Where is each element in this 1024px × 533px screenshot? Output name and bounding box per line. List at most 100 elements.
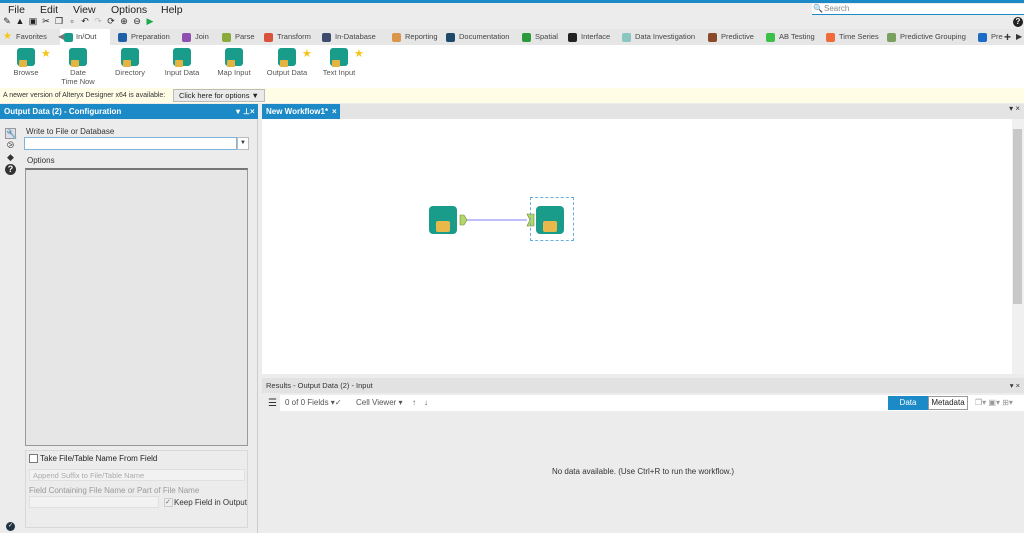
- tool-palette: Browse ★ Date Time Now Directory Input Data M…: [0, 45, 1024, 88]
- copy-icon[interactable]: ❐: [54, 16, 64, 28]
- lock-icon: [436, 221, 450, 232]
- list-view-icon[interactable]: ☰: [268, 398, 277, 409]
- tab-join[interactable]: Join: [182, 29, 209, 45]
- tab-icon: [622, 33, 631, 42]
- vertical-scrollbar[interactable]: [1012, 119, 1024, 374]
- workflow-canvas[interactable]: [262, 119, 1012, 374]
- write-to-file-input[interactable]: [24, 137, 237, 150]
- zoom-in-icon[interactable]: ⊕: [119, 16, 129, 28]
- tab-icon: [64, 33, 73, 42]
- tab-predictive-grouping[interactable]: Predictive Grouping: [887, 29, 966, 45]
- tool-input-data[interactable]: Input Data: [157, 48, 207, 77]
- tab-predictive[interactable]: Predictive: [708, 29, 754, 45]
- tab-icon: [182, 33, 191, 42]
- tool-directory[interactable]: Directory: [105, 48, 155, 77]
- no-data-message: No data available. (Use Ctrl+R to run th…: [551, 467, 735, 476]
- help-icon[interactable]: ?: [1013, 17, 1023, 27]
- save-icon[interactable]: ▣: [28, 16, 38, 28]
- tab-interface[interactable]: Interface: [568, 29, 610, 45]
- scroll-left-icon[interactable]: ◀: [58, 32, 64, 41]
- menu-file[interactable]: File: [8, 4, 25, 16]
- open-icon[interactable]: ▲: [15, 16, 25, 28]
- tag-icon[interactable]: ◆: [5, 152, 16, 163]
- export-icons[interactable]: ❐▾ ▣▾ ⊞▾: [975, 395, 1013, 411]
- cell-viewer-dropdown[interactable]: Cell Viewer ▾: [356, 395, 403, 411]
- favorite-star-icon[interactable]: ★: [354, 47, 364, 60]
- menu-help[interactable]: Help: [161, 4, 183, 16]
- canvas-tab-strip: ▾ ×: [340, 104, 1024, 119]
- options-label: Options: [27, 156, 55, 165]
- panel-menu-icon[interactable]: ▾: [236, 104, 240, 119]
- tab-parse[interactable]: Parse: [222, 29, 255, 45]
- append-suffix-select[interactable]: Append Suffix to File/Table Name: [29, 469, 245, 481]
- write-dropdown-button[interactable]: ▼: [237, 137, 249, 150]
- keep-field-label: Keep Field in Output: [174, 498, 247, 507]
- tool-icon: [278, 48, 296, 67]
- add-tab-icon[interactable]: +: [1004, 30, 1011, 44]
- cut-icon[interactable]: ✂: [41, 16, 51, 28]
- close-tab-icon[interactable]: ×: [332, 104, 337, 119]
- sort-down-icon[interactable]: ↓: [424, 395, 428, 411]
- tab-new-workflow[interactable]: New Workflow1* ×: [262, 104, 340, 119]
- help-icon[interactable]: ?: [5, 164, 16, 175]
- tab-icon: [826, 33, 835, 42]
- tab-in-out[interactable]: In/Out: [60, 29, 110, 45]
- tab-preparation[interactable]: Preparation: [118, 29, 170, 45]
- search-input[interactable]: 🔍 Search: [812, 4, 1024, 15]
- toolbar: ✎ ▲ ▣ ✂ ❐ ▫ ↶ ↷ ⟳ ⊕ ⊖ ▶: [0, 16, 155, 28]
- close-icon[interactable]: ×: [250, 104, 255, 119]
- tab-in-database[interactable]: In-Database: [322, 29, 376, 45]
- keep-field-checkbox[interactable]: ✓: [164, 498, 173, 507]
- data-view-button[interactable]: Data: [888, 396, 928, 410]
- take-file-name-label: Take File/Table Name From Field: [40, 454, 158, 463]
- tab-data-investigation[interactable]: Data Investigation: [622, 29, 695, 45]
- menu-edit[interactable]: Edit: [40, 4, 58, 16]
- close-icon[interactable]: ▾ ×: [1010, 378, 1020, 393]
- tab-documentation[interactable]: Documentation: [446, 29, 509, 45]
- tool-icon: [330, 48, 348, 67]
- tool-map-input[interactable]: Map Input: [209, 48, 259, 77]
- close-icon[interactable]: ▾ ×: [1009, 104, 1020, 113]
- undo-icon[interactable]: ↶: [80, 16, 90, 28]
- metadata-view-button[interactable]: Metadata: [928, 396, 968, 410]
- zoom-out-icon[interactable]: ⊖: [132, 16, 142, 28]
- tool-icon: [225, 48, 243, 67]
- tool-date-time-now[interactable]: Date Time Now: [53, 48, 103, 86]
- menu-options[interactable]: Options: [111, 4, 147, 16]
- scrollbar-thumb[interactable]: [1013, 129, 1022, 304]
- connection-icon[interactable]: ⧁: [5, 140, 16, 151]
- fields-dropdown[interactable]: 0 of 0 Fields ▾✓: [285, 395, 342, 411]
- tool-icon: [121, 48, 139, 67]
- favorite-star-icon[interactable]: ★: [302, 47, 312, 60]
- redo-icon[interactable]: ↷: [93, 16, 103, 28]
- pin-icon[interactable]: ⊥: [243, 104, 250, 119]
- browse-tool-node[interactable]: [429, 206, 457, 234]
- tab-reporting[interactable]: Reporting: [392, 29, 438, 45]
- tab-pre[interactable]: Pre: [978, 29, 1003, 45]
- paste-icon[interactable]: ▫: [67, 16, 77, 28]
- tab-icon: ★: [3, 31, 12, 42]
- field-name-select[interactable]: [29, 496, 159, 508]
- favorite-star-icon[interactable]: ★: [41, 47, 51, 60]
- tab-favorites[interactable]: ★ Favorites: [3, 29, 47, 45]
- tab-icon: [222, 33, 231, 42]
- update-options-button[interactable]: Click here for options ▼: [173, 89, 265, 102]
- menu-view[interactable]: View: [73, 4, 96, 16]
- options-grid[interactable]: [25, 168, 248, 446]
- tab-transform[interactable]: Transform: [264, 29, 311, 45]
- wrench-icon[interactable]: 🔧: [5, 128, 17, 139]
- connection-line: [459, 213, 535, 227]
- run-icon[interactable]: ▶: [145, 16, 155, 28]
- tab-time-series[interactable]: Time Series: [826, 29, 879, 45]
- take-file-name-checkbox[interactable]: [29, 454, 38, 463]
- tool-icon: [173, 48, 191, 67]
- refresh-icon[interactable]: ⟳: [106, 16, 116, 28]
- tab-ab-testing[interactable]: AB Testing: [766, 29, 815, 45]
- scroll-right-icon[interactable]: ▶: [1016, 32, 1022, 41]
- tool-icon: [17, 48, 35, 67]
- sort-up-icon[interactable]: ↑: [412, 395, 416, 411]
- tab-icon: [708, 33, 717, 42]
- new-icon[interactable]: ✎: [2, 16, 12, 28]
- tab-spatial[interactable]: Spatial: [522, 29, 558, 45]
- tab-icon: [766, 33, 775, 42]
